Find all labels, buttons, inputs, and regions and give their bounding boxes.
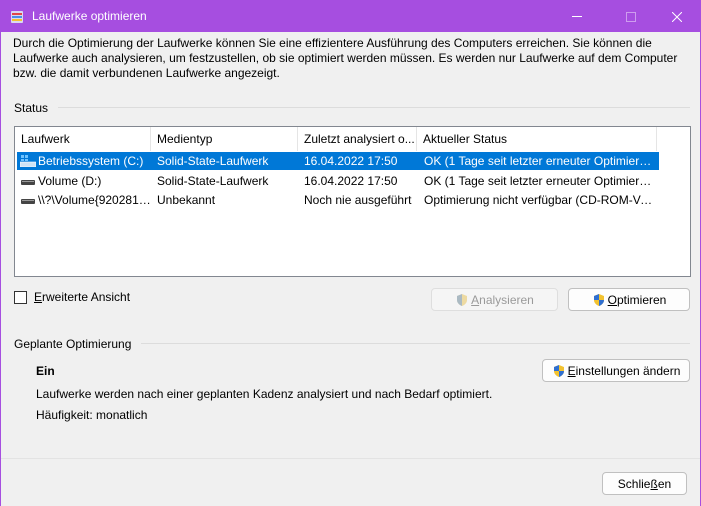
advanced-view-label[interactable]: Erweiterte Ansicht: [34, 290, 130, 304]
drive-name: Betriebssystem (C:): [38, 154, 144, 168]
intro-text: Durch die Optimierung der Laufwerke könn…: [13, 36, 678, 80]
defrag-app-icon: [11, 11, 23, 23]
minimize-icon: [572, 16, 582, 17]
advanced-view-checkbox[interactable]: [14, 291, 27, 304]
drives-list[interactable]: Laufwerk Medientyp Zuletzt analysiert o.…: [14, 126, 691, 277]
drive-row-d[interactable]: Volume (D:) Solid-State-Laufwerk 16.04.2…: [17, 172, 659, 190]
uac-shield-icon: [593, 293, 604, 306]
optimize-button[interactable]: Optimieren: [568, 288, 690, 311]
minimize-button[interactable]: [554, 1, 600, 32]
uac-shield-icon: [457, 293, 468, 306]
drive-status: OK (1 Tage seit letzter erneuter Optimie…: [424, 154, 655, 168]
maximize-button: [608, 1, 654, 32]
drive-icon: [21, 180, 35, 185]
scheduled-frequency: Häufigkeit: monatlich: [36, 408, 148, 422]
optimize-drives-window: Laufwerke optimieren Durch die Optimieru…: [0, 0, 701, 506]
close-icon: [672, 11, 682, 22]
analyze-button[interactable]: Analysieren: [431, 288, 558, 311]
drive-name: \\?\Volume{9202819c}: [38, 193, 155, 207]
close-button[interactable]: Schließen: [602, 472, 687, 495]
drives-list-header: Laufwerk Medientyp Zuletzt analysiert o.…: [15, 127, 690, 151]
drive-media-type: Solid-State-Laufwerk: [157, 154, 269, 168]
drive-status: Optimierung nicht verfügbar (CD-ROM-Volu…: [424, 193, 655, 207]
drive-icon: [21, 199, 35, 204]
drive-status: OK (1 Tage seit letzter erneuter Optimie…: [424, 174, 655, 188]
dialog-footer: Schließen: [1, 458, 700, 506]
drive-last-analyzed: Noch nie ausgeführt: [304, 193, 412, 207]
change-settings-button[interactable]: Einstellungen ändern: [542, 359, 690, 382]
column-header-current-status[interactable]: Aktueller Status: [417, 127, 657, 151]
drive-media-type: Solid-State-Laufwerk: [157, 174, 269, 188]
drive-last-analyzed: 16.04.2022 17:50: [304, 154, 398, 168]
drive-row-c[interactable]: Betriebssystem (C:) Solid-State-Laufwerk…: [17, 152, 659, 170]
drive-row-volume[interactable]: \\?\Volume{9202819c} Unbekannt Noch nie …: [17, 191, 659, 209]
windows-drive-icon: [20, 155, 36, 167]
drive-last-analyzed: 16.04.2022 17:50: [304, 174, 398, 188]
column-header-media-type[interactable]: Medientyp: [151, 127, 298, 151]
scheduled-description: Laufwerke werden nach einer geplanten Ka…: [36, 387, 493, 401]
title-bar[interactable]: Laufwerke optimieren: [1, 1, 700, 32]
window-title: Laufwerke optimieren: [32, 9, 147, 23]
dialog-content: Durch die Optimierung der Laufwerke könn…: [1, 32, 700, 458]
uac-shield-icon: [553, 364, 564, 377]
drive-name: Volume (D:): [38, 174, 102, 188]
scheduled-section-label: Geplante Optimierung: [14, 337, 132, 351]
drive-media-type: Unbekannt: [157, 193, 216, 207]
maximize-icon: [626, 11, 636, 22]
column-header-drive[interactable]: Laufwerk: [15, 127, 151, 151]
status-divider: [58, 107, 690, 108]
column-header-last-analyzed[interactable]: Zuletzt analysiert o...: [298, 127, 417, 151]
scheduled-divider: [141, 343, 690, 344]
scheduled-state: Ein: [36, 364, 55, 378]
status-section-label: Status: [14, 101, 49, 115]
close-window-button[interactable]: [654, 1, 700, 32]
